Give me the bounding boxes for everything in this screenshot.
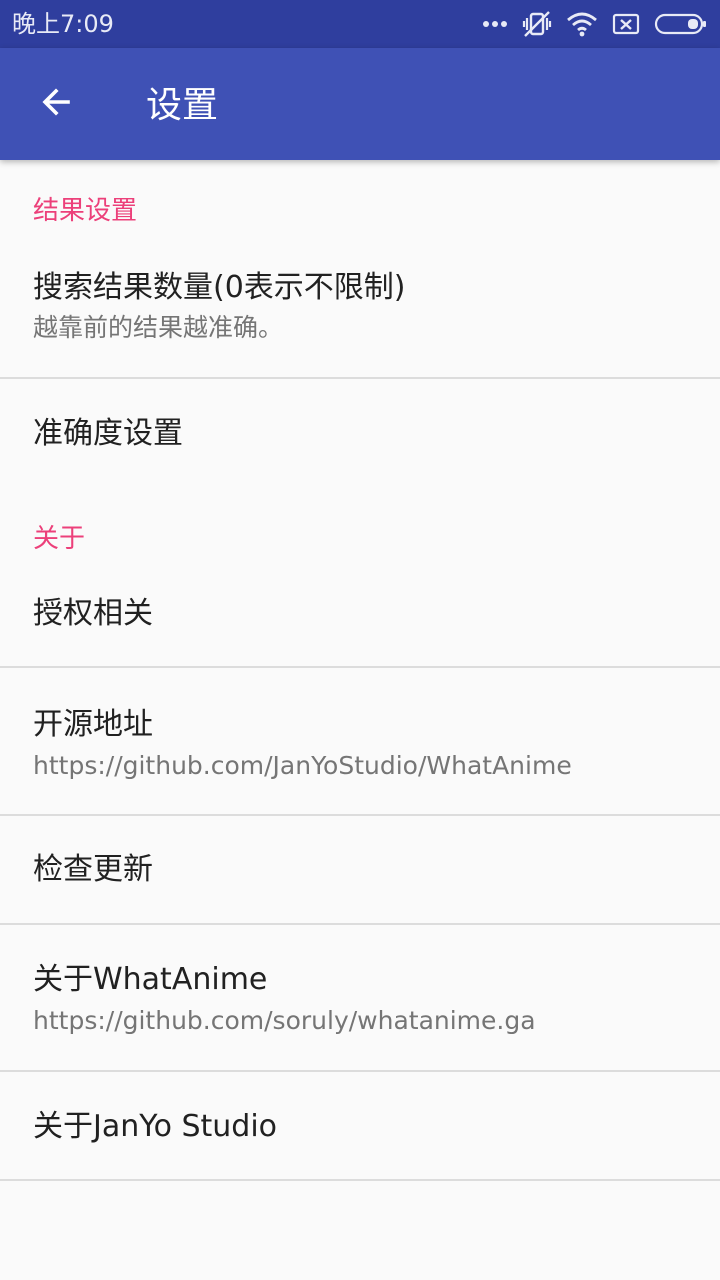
page-title: 设置 xyxy=(146,85,219,126)
pref-title: 检查更新 xyxy=(33,852,153,887)
pref-summary: https://github.com/soruly/whatanime.ga xyxy=(33,1006,536,1035)
pref-title: 关于JanYo Studio xyxy=(33,1109,278,1144)
more-dots-icon xyxy=(482,20,508,28)
pref-title: 开源地址 xyxy=(33,707,153,742)
pref-source-code[interactable]: 开源地址 https://github.com/JanYoStudio/What… xyxy=(0,668,720,814)
pref-search-result-count[interactable]: 搜索结果数量(0表示不限制) 越靠前的结果越准确。 xyxy=(0,240,720,378)
pref-title: 准确度设置 xyxy=(33,416,183,451)
pref-title: 搜索结果数量(0表示不限制) xyxy=(33,270,406,305)
status-time: 晚上7:09 xyxy=(12,10,114,38)
pref-title: 授权相关 xyxy=(33,596,153,631)
app-bar: 设置 xyxy=(0,48,720,160)
category-about-header: 关于 xyxy=(33,524,86,554)
divider xyxy=(0,1179,720,1181)
sim-x-icon xyxy=(612,12,640,36)
back-button[interactable] xyxy=(24,72,88,136)
battery-icon xyxy=(654,12,708,36)
status-icons xyxy=(482,10,708,38)
category-results-header: 结果设置 xyxy=(33,196,138,226)
vibrate-off-icon xyxy=(522,10,552,38)
pref-summary: 越靠前的结果越准确。 xyxy=(33,313,284,342)
arrow-left-icon xyxy=(38,84,74,124)
pref-license[interactable]: 授权相关 xyxy=(0,568,720,666)
pref-summary: https://github.com/JanYoStudio/WhatAnime xyxy=(33,751,572,780)
wifi-icon xyxy=(566,11,598,37)
pref-check-update[interactable]: 检查更新 xyxy=(0,816,720,923)
pref-title: 关于WhatAnime xyxy=(33,962,268,997)
status-bar: 晚上7:09 xyxy=(0,0,720,48)
pref-accuracy-settings[interactable]: 准确度设置 xyxy=(0,379,720,471)
pref-about-whatanime[interactable]: 关于WhatAnime https://github.com/soruly/wh… xyxy=(0,925,720,1070)
pref-about-janyo-studio[interactable]: 关于JanYo Studio xyxy=(0,1072,720,1179)
